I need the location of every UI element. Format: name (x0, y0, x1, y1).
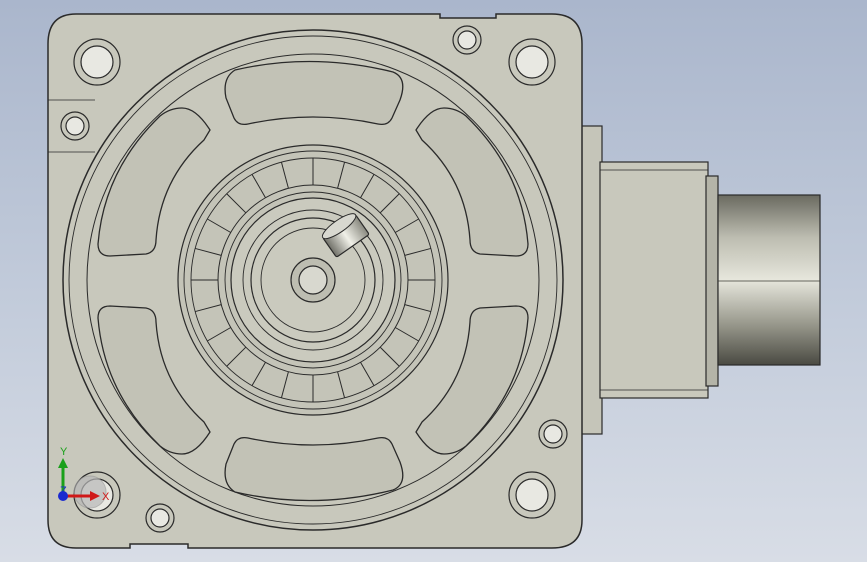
bearing-rings (177, 144, 449, 416)
z-axis-label: Z (60, 485, 67, 497)
y-axis-label: Y (60, 446, 68, 458)
graphics-viewport[interactable]: Y X Z (0, 0, 867, 562)
x-axis-label: X (102, 491, 110, 503)
connector-cylinder (717, 194, 821, 366)
side-connector-housing (579, 125, 719, 435)
servo-motor-model[interactable]: Y X Z (0, 0, 867, 562)
